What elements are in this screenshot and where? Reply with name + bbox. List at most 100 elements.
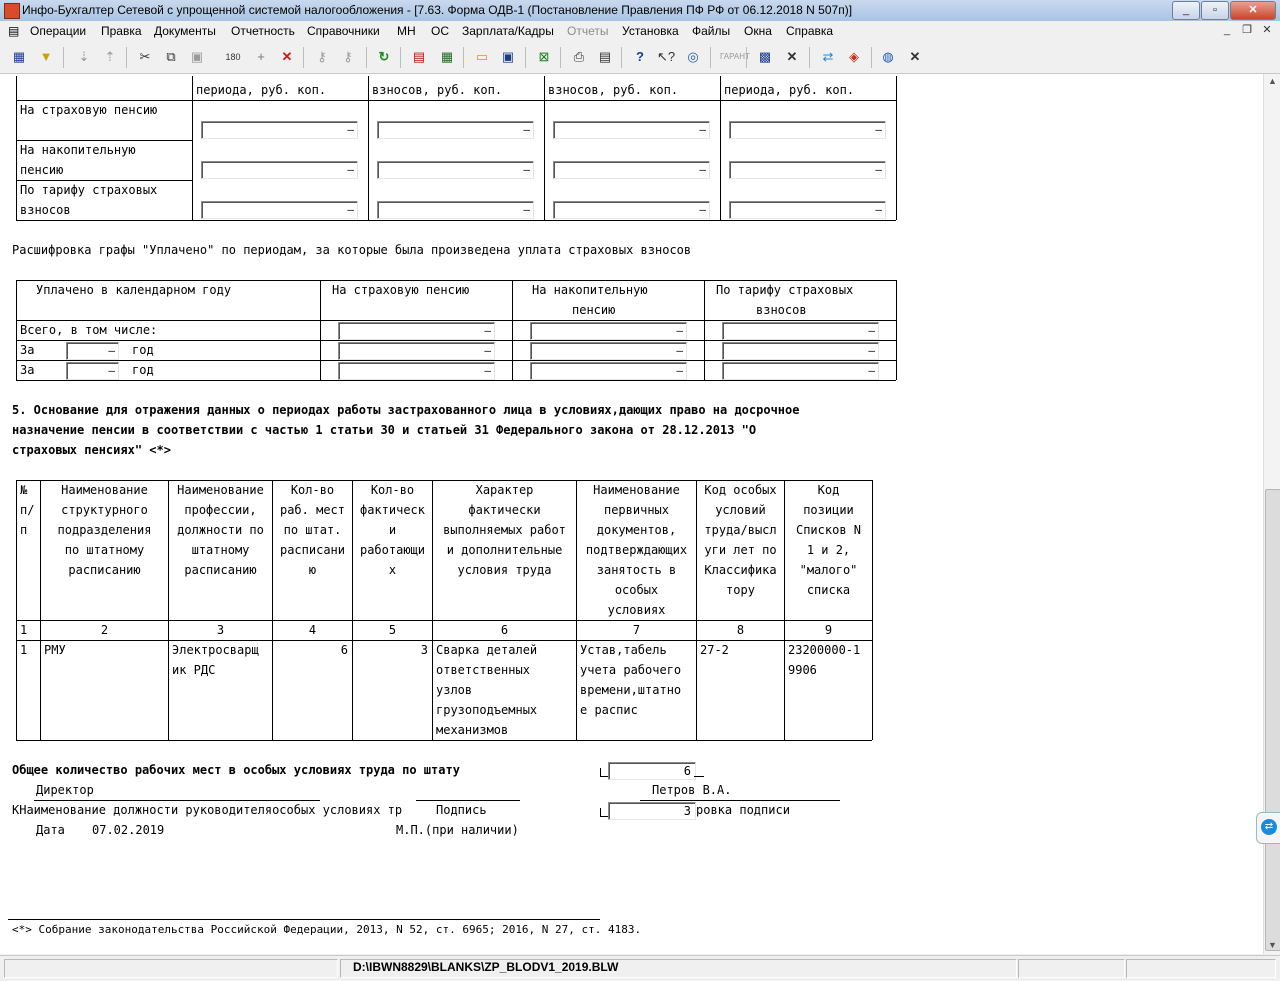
row-work-2[interactable]: узлов xyxy=(436,680,472,700)
row-profession-1[interactable]: ик РДС xyxy=(172,660,215,680)
year-input-2[interactable]: – xyxy=(66,362,119,380)
decode-y2-funded[interactable]: – xyxy=(530,362,687,380)
menu-mn[interactable]: МН xyxy=(397,24,416,38)
calculator-icon[interactable]: ▦ xyxy=(438,48,456,66)
mdi-restore-button[interactable]: ❐ xyxy=(1240,24,1254,37)
key-cross-icon[interactable]: ⚷ xyxy=(339,48,357,66)
open-folder-icon[interactable]: ▭ xyxy=(473,48,491,66)
input-insurance-4[interactable]: – xyxy=(729,121,886,139)
teamviewer-side-widget[interactable]: ⇄ xyxy=(1256,812,1280,844)
menu-settings[interactable]: Установка xyxy=(622,24,679,38)
help-icon[interactable]: ? xyxy=(631,48,649,66)
decode-total-tariff[interactable]: – xyxy=(722,322,879,340)
decode-total-funded[interactable]: – xyxy=(530,322,687,340)
row-number[interactable]: 1 xyxy=(20,640,27,660)
decode-y1-insurance[interactable]: – xyxy=(338,342,495,360)
total-places-input[interactable]: 6 xyxy=(608,762,696,780)
key-icon[interactable]: ⚷ xyxy=(313,48,331,66)
close-internet-icon[interactable]: ✕ xyxy=(906,48,924,66)
actual-places-input[interactable]: 3 xyxy=(608,802,696,820)
close-button[interactable]: ✕ xyxy=(1230,1,1276,20)
context-help-icon[interactable]: ↖? xyxy=(657,48,675,66)
row-work-4[interactable]: механизмов xyxy=(436,720,508,740)
input-tariff-2[interactable]: – xyxy=(377,201,534,219)
input-tariff-1[interactable]: – xyxy=(201,201,358,219)
input-insurance-2[interactable]: – xyxy=(377,121,534,139)
row-places[interactable]: 6 xyxy=(273,640,348,660)
sort-down-icon[interactable]: ⇣ xyxy=(75,48,93,66)
row-work-0[interactable]: Сварка деталей xyxy=(436,640,537,660)
row-profession-0[interactable]: Электросварщ xyxy=(172,640,259,660)
row-position-0[interactable]: 23200000-1 xyxy=(788,640,860,660)
menu-documents[interactable]: Документы xyxy=(154,24,216,38)
menu-os[interactable]: ОС xyxy=(431,24,449,38)
maximize-button[interactable]: ▫ xyxy=(1201,1,1229,20)
row-docs-2[interactable]: времени,штатно xyxy=(580,680,681,700)
menu-help[interactable]: Справка xyxy=(786,24,833,38)
save-icon[interactable]: ▣ xyxy=(499,48,517,66)
refresh-icon[interactable]: ↻ xyxy=(375,48,393,66)
row-docs-1[interactable]: учета рабочего xyxy=(580,660,681,680)
mdi-close-button[interactable]: ✕ xyxy=(1260,24,1274,37)
scroll-up-icon[interactable]: ▲ xyxy=(1268,76,1277,86)
minimize-button[interactable]: _ xyxy=(1172,1,1200,20)
row-actual[interactable]: 3 xyxy=(353,640,428,660)
teamviewer-icon[interactable]: ⇄ xyxy=(819,48,837,66)
decode-y1-tariff[interactable]: – xyxy=(722,342,879,360)
row-docs-3[interactable]: е распис xyxy=(580,700,638,720)
input-tariff-4[interactable]: – xyxy=(729,201,886,219)
row-docs-0[interactable]: Устав,табель xyxy=(580,640,667,660)
menu-operations[interactable]: Операции xyxy=(30,24,86,38)
scroll-down-icon[interactable]: ▼ xyxy=(1268,940,1277,950)
mdi-minimize-button[interactable]: _ xyxy=(1220,24,1234,37)
row-unit[interactable]: РМУ xyxy=(44,640,66,660)
decode-total-insurance[interactable]: – xyxy=(338,322,495,340)
document-menu-icon[interactable]: ▤ xyxy=(8,24,19,38)
compass-icon[interactable]: ◎ xyxy=(684,48,702,66)
input-insurance-1[interactable]: – xyxy=(201,121,358,139)
grid-icon[interactable]: ▦ xyxy=(10,48,28,66)
menu-edit[interactable]: Правка xyxy=(101,24,142,38)
filter-icon[interactable]: ▼ xyxy=(37,48,55,66)
input-tariff-3[interactable]: – xyxy=(553,201,710,219)
paste-icon[interactable]: ▣ xyxy=(188,48,206,66)
decode-y1-funded[interactable]: – xyxy=(530,342,687,360)
row-position-1[interactable]: 9906 xyxy=(788,660,817,680)
menu-files[interactable]: Файлы xyxy=(692,24,730,38)
input-funded-2[interactable]: – xyxy=(377,161,534,179)
signer-name: Петров В.А. xyxy=(652,783,732,797)
h8-line-1: условий xyxy=(715,503,766,517)
pdf-icon[interactable]: ▤ xyxy=(410,48,428,66)
decode-y2-insurance[interactable]: – xyxy=(338,362,495,380)
row-work-1[interactable]: ответственных xyxy=(436,660,530,680)
input-funded-4[interactable]: – xyxy=(729,161,886,179)
scroll-thumb[interactable] xyxy=(1265,489,1280,951)
input-insurance-3[interactable]: – xyxy=(553,121,710,139)
menu-payroll[interactable]: Зарплата/Кадры xyxy=(462,24,554,38)
garant-icon[interactable]: ГАРАНТ xyxy=(720,48,750,66)
menu-directories[interactable]: Справочники xyxy=(307,24,380,38)
menu-reports[interactable]: Отчеты xyxy=(567,24,608,38)
cut-icon[interactable]: ✂ xyxy=(136,48,154,66)
menu-windows[interactable]: Окна xyxy=(744,24,772,38)
number-180-icon[interactable]: 180 xyxy=(224,48,242,66)
print-preview-icon[interactable]: ▤ xyxy=(596,48,614,66)
delete-icon[interactable]: ✕ xyxy=(278,48,296,66)
add-icon[interactable]: + xyxy=(252,48,270,66)
excel-icon[interactable]: ⊠ xyxy=(535,48,553,66)
date-value[interactable]: 07.02.2019 xyxy=(92,820,164,840)
internet-icon[interactable]: ◍ xyxy=(879,48,897,66)
input-funded-3[interactable]: – xyxy=(553,161,710,179)
year-input-1[interactable]: – xyxy=(66,342,119,360)
sort-up-icon[interactable]: ⇡ xyxy=(101,48,119,66)
input-funded-1[interactable]: – xyxy=(201,161,358,179)
remote-support-icon[interactable]: ◈ xyxy=(845,48,863,66)
consultant-icon[interactable]: ▩ xyxy=(756,48,774,66)
menu-reporting[interactable]: Отчетность xyxy=(231,24,295,38)
row-work-3[interactable]: грузоподъемных xyxy=(436,700,537,720)
row-code[interactable]: 27-2 xyxy=(700,640,729,660)
copy-icon[interactable]: ⧉ xyxy=(162,48,180,66)
decode-y2-tariff[interactable]: – xyxy=(722,362,879,380)
print-icon[interactable]: ⎙ xyxy=(570,48,588,66)
close-consultant-icon[interactable]: ✕ xyxy=(783,48,801,66)
